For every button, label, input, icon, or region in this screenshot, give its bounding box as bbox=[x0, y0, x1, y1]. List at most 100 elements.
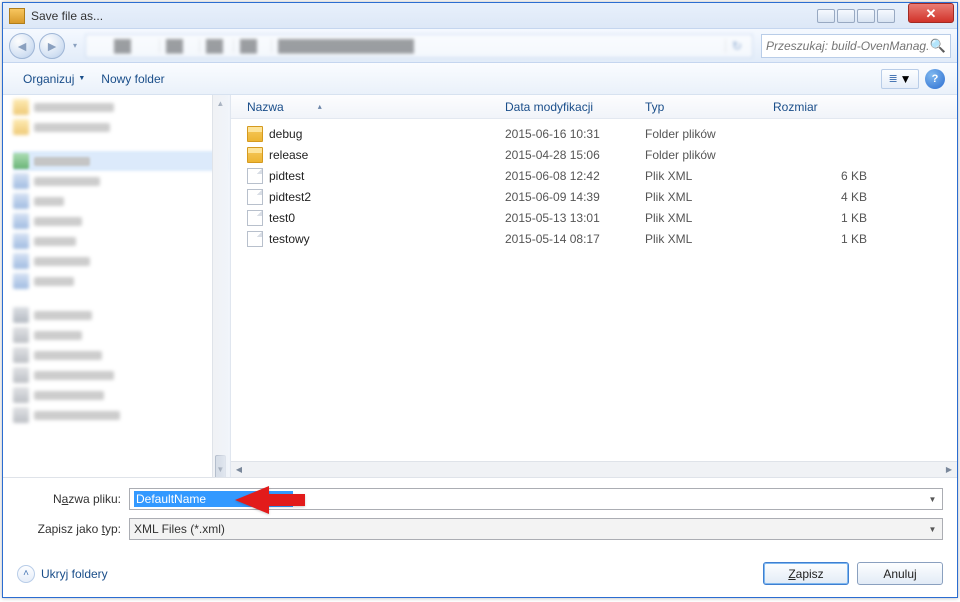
sidebar-item[interactable] bbox=[13, 97, 230, 117]
chevron-down-icon[interactable]: ▼ bbox=[925, 495, 940, 504]
title-icon[interactable] bbox=[877, 9, 895, 23]
new-folder-button[interactable]: Nowy folder bbox=[93, 68, 172, 90]
file-type: Folder plików bbox=[637, 127, 765, 141]
scroll-down-icon[interactable]: ▼ bbox=[213, 461, 228, 477]
file-size: 1 KB bbox=[765, 232, 875, 246]
file-type: Plik XML bbox=[637, 211, 765, 225]
sidebar-item[interactable] bbox=[13, 345, 230, 365]
sidebar-item[interactable] bbox=[13, 117, 230, 137]
filetype-value: XML Files (*.xml) bbox=[134, 522, 925, 536]
save-button[interactable]: Zapisz bbox=[763, 562, 849, 585]
file-type: Plik XML bbox=[637, 190, 765, 204]
nav-history-dropdown[interactable]: ▾ bbox=[69, 33, 81, 59]
sidebar-item[interactable] bbox=[13, 211, 230, 231]
close-button[interactable]: ✕ bbox=[908, 3, 954, 23]
file-icon bbox=[247, 210, 263, 226]
column-header-name[interactable]: Nazwa bbox=[239, 100, 497, 114]
file-name: testowy bbox=[269, 232, 310, 246]
hide-folders-label: Ukryj foldery bbox=[41, 567, 108, 581]
file-name: release bbox=[269, 148, 308, 162]
column-header-type[interactable]: Typ bbox=[637, 100, 765, 114]
app-icon bbox=[9, 8, 25, 24]
file-row[interactable]: pidtest2015-06-08 12:42Plik XML6 KB bbox=[239, 165, 957, 186]
sidebar-item[interactable] bbox=[13, 385, 230, 405]
search-box[interactable]: 🔍 bbox=[761, 34, 951, 58]
titlebar: Save file as... ✕ bbox=[3, 3, 957, 29]
file-name: pidtest bbox=[269, 169, 304, 183]
view-mode-button[interactable]: ≣▼ bbox=[881, 69, 919, 89]
file-row[interactable]: debug 2015-06-16 10:31Folder plików bbox=[239, 123, 957, 144]
column-header-date[interactable]: Data modyfikacji bbox=[497, 100, 637, 114]
view-icon: ≣ bbox=[888, 72, 897, 85]
folder-icon bbox=[247, 147, 263, 163]
file-row[interactable]: pidtest2 2015-06-09 14:39Plik XML4 KB bbox=[239, 186, 957, 207]
sidebar-item[interactable] bbox=[13, 251, 230, 271]
scrollbar-thumb[interactable] bbox=[215, 455, 226, 477]
back-button[interactable]: ◄ bbox=[9, 33, 35, 59]
filename-combo[interactable]: ▼ bbox=[129, 488, 943, 510]
scroll-left-icon[interactable]: ◀ bbox=[231, 462, 247, 477]
sidebar-scrollbar[interactable]: ▲ ▼ bbox=[212, 95, 228, 477]
file-type: Folder plików bbox=[637, 148, 765, 162]
column-header-size[interactable]: Rozmiar bbox=[765, 100, 875, 114]
filetype-label: Zapisz jako typ: bbox=[17, 522, 129, 536]
navigation-bar: ◄ ► ▾ ██ ██ ██ ██ ████████████████ ↻ 🔍 bbox=[3, 29, 957, 63]
file-row[interactable]: release 2015-04-28 15:06Folder plików bbox=[239, 144, 957, 165]
file-size: 1 KB bbox=[765, 211, 875, 225]
sidebar-item[interactable] bbox=[13, 305, 230, 325]
file-row[interactable]: test0 2015-05-13 13:01Plik XML1 KB bbox=[239, 207, 957, 228]
forward-button[interactable]: ► bbox=[39, 33, 65, 59]
window-title: Save file as... bbox=[31, 9, 103, 23]
sidebar-item[interactable] bbox=[13, 231, 230, 251]
file-name: test0 bbox=[269, 211, 295, 225]
sidebar: ▲ ▼ bbox=[3, 95, 231, 477]
scroll-up-icon[interactable]: ▲ bbox=[213, 95, 228, 111]
file-date: 2015-06-09 14:39 bbox=[497, 190, 637, 204]
file-icon bbox=[247, 189, 263, 205]
file-name: debug bbox=[269, 127, 302, 141]
sidebar-item[interactable] bbox=[13, 405, 230, 425]
refresh-icon[interactable]: ↻ bbox=[726, 39, 748, 53]
filename-input[interactable] bbox=[134, 491, 293, 507]
file-date: 2015-05-13 13:01 bbox=[497, 211, 637, 225]
file-list[interactable]: debug2015-06-16 10:31Folder plikówreleas… bbox=[231, 119, 957, 461]
search-input[interactable] bbox=[766, 39, 930, 53]
title-icon[interactable] bbox=[817, 9, 835, 23]
filetype-combo[interactable]: XML Files (*.xml) ▼ bbox=[129, 518, 943, 540]
sidebar-item[interactable] bbox=[13, 271, 230, 291]
organize-menu[interactable]: Organizuj▼ bbox=[15, 68, 93, 90]
sidebar-item[interactable] bbox=[13, 325, 230, 345]
filename-label: Nazwa pliku: bbox=[17, 492, 129, 506]
file-name: pidtest2 bbox=[269, 190, 311, 204]
chevron-down-icon: ▼ bbox=[900, 72, 912, 86]
file-size: 6 KB bbox=[765, 169, 875, 183]
horizontal-scrollbar[interactable]: ◀ ▶ bbox=[231, 461, 957, 477]
toolbar: Organizuj▼ Nowy folder ≣▼ ? bbox=[3, 63, 957, 95]
sidebar-item[interactable] bbox=[13, 365, 230, 385]
file-icon bbox=[247, 168, 263, 184]
cancel-button[interactable]: Anuluj bbox=[857, 562, 943, 585]
close-icon: ✕ bbox=[926, 7, 937, 20]
file-date: 2015-06-16 10:31 bbox=[497, 127, 637, 141]
save-dialog: Save file as... ✕ ◄ ► ▾ ██ ██ ██ ██ ████… bbox=[2, 2, 958, 598]
title-icon[interactable] bbox=[837, 9, 855, 23]
title-icon[interactable] bbox=[857, 9, 875, 23]
chevron-up-icon: ˄ bbox=[17, 565, 35, 583]
file-row[interactable]: testowy2015-05-14 08:17Plik XML1 KB bbox=[239, 228, 957, 249]
file-date: 2015-05-14 08:17 bbox=[497, 232, 637, 246]
file-icon bbox=[247, 231, 263, 247]
breadcrumb[interactable]: ██ ██ ██ ██ ████████████████ ↻ bbox=[85, 34, 753, 58]
sidebar-item[interactable] bbox=[13, 191, 230, 211]
chevron-down-icon: ▼ bbox=[78, 75, 85, 82]
scroll-right-icon[interactable]: ▶ bbox=[941, 462, 957, 477]
hide-folders-toggle[interactable]: ˄ Ukryj foldery bbox=[17, 565, 108, 583]
help-button[interactable]: ? bbox=[925, 69, 945, 89]
file-date: 2015-04-28 15:06 bbox=[497, 148, 637, 162]
file-size: 4 KB bbox=[765, 190, 875, 204]
file-pane: Nazwa Data modyfikacji Typ Rozmiar debug… bbox=[231, 95, 957, 477]
sidebar-item[interactable] bbox=[13, 151, 230, 171]
file-type: Plik XML bbox=[637, 169, 765, 183]
sidebar-item[interactable] bbox=[13, 171, 230, 191]
search-icon: 🔍 bbox=[930, 38, 946, 54]
chevron-down-icon[interactable]: ▼ bbox=[925, 525, 940, 534]
